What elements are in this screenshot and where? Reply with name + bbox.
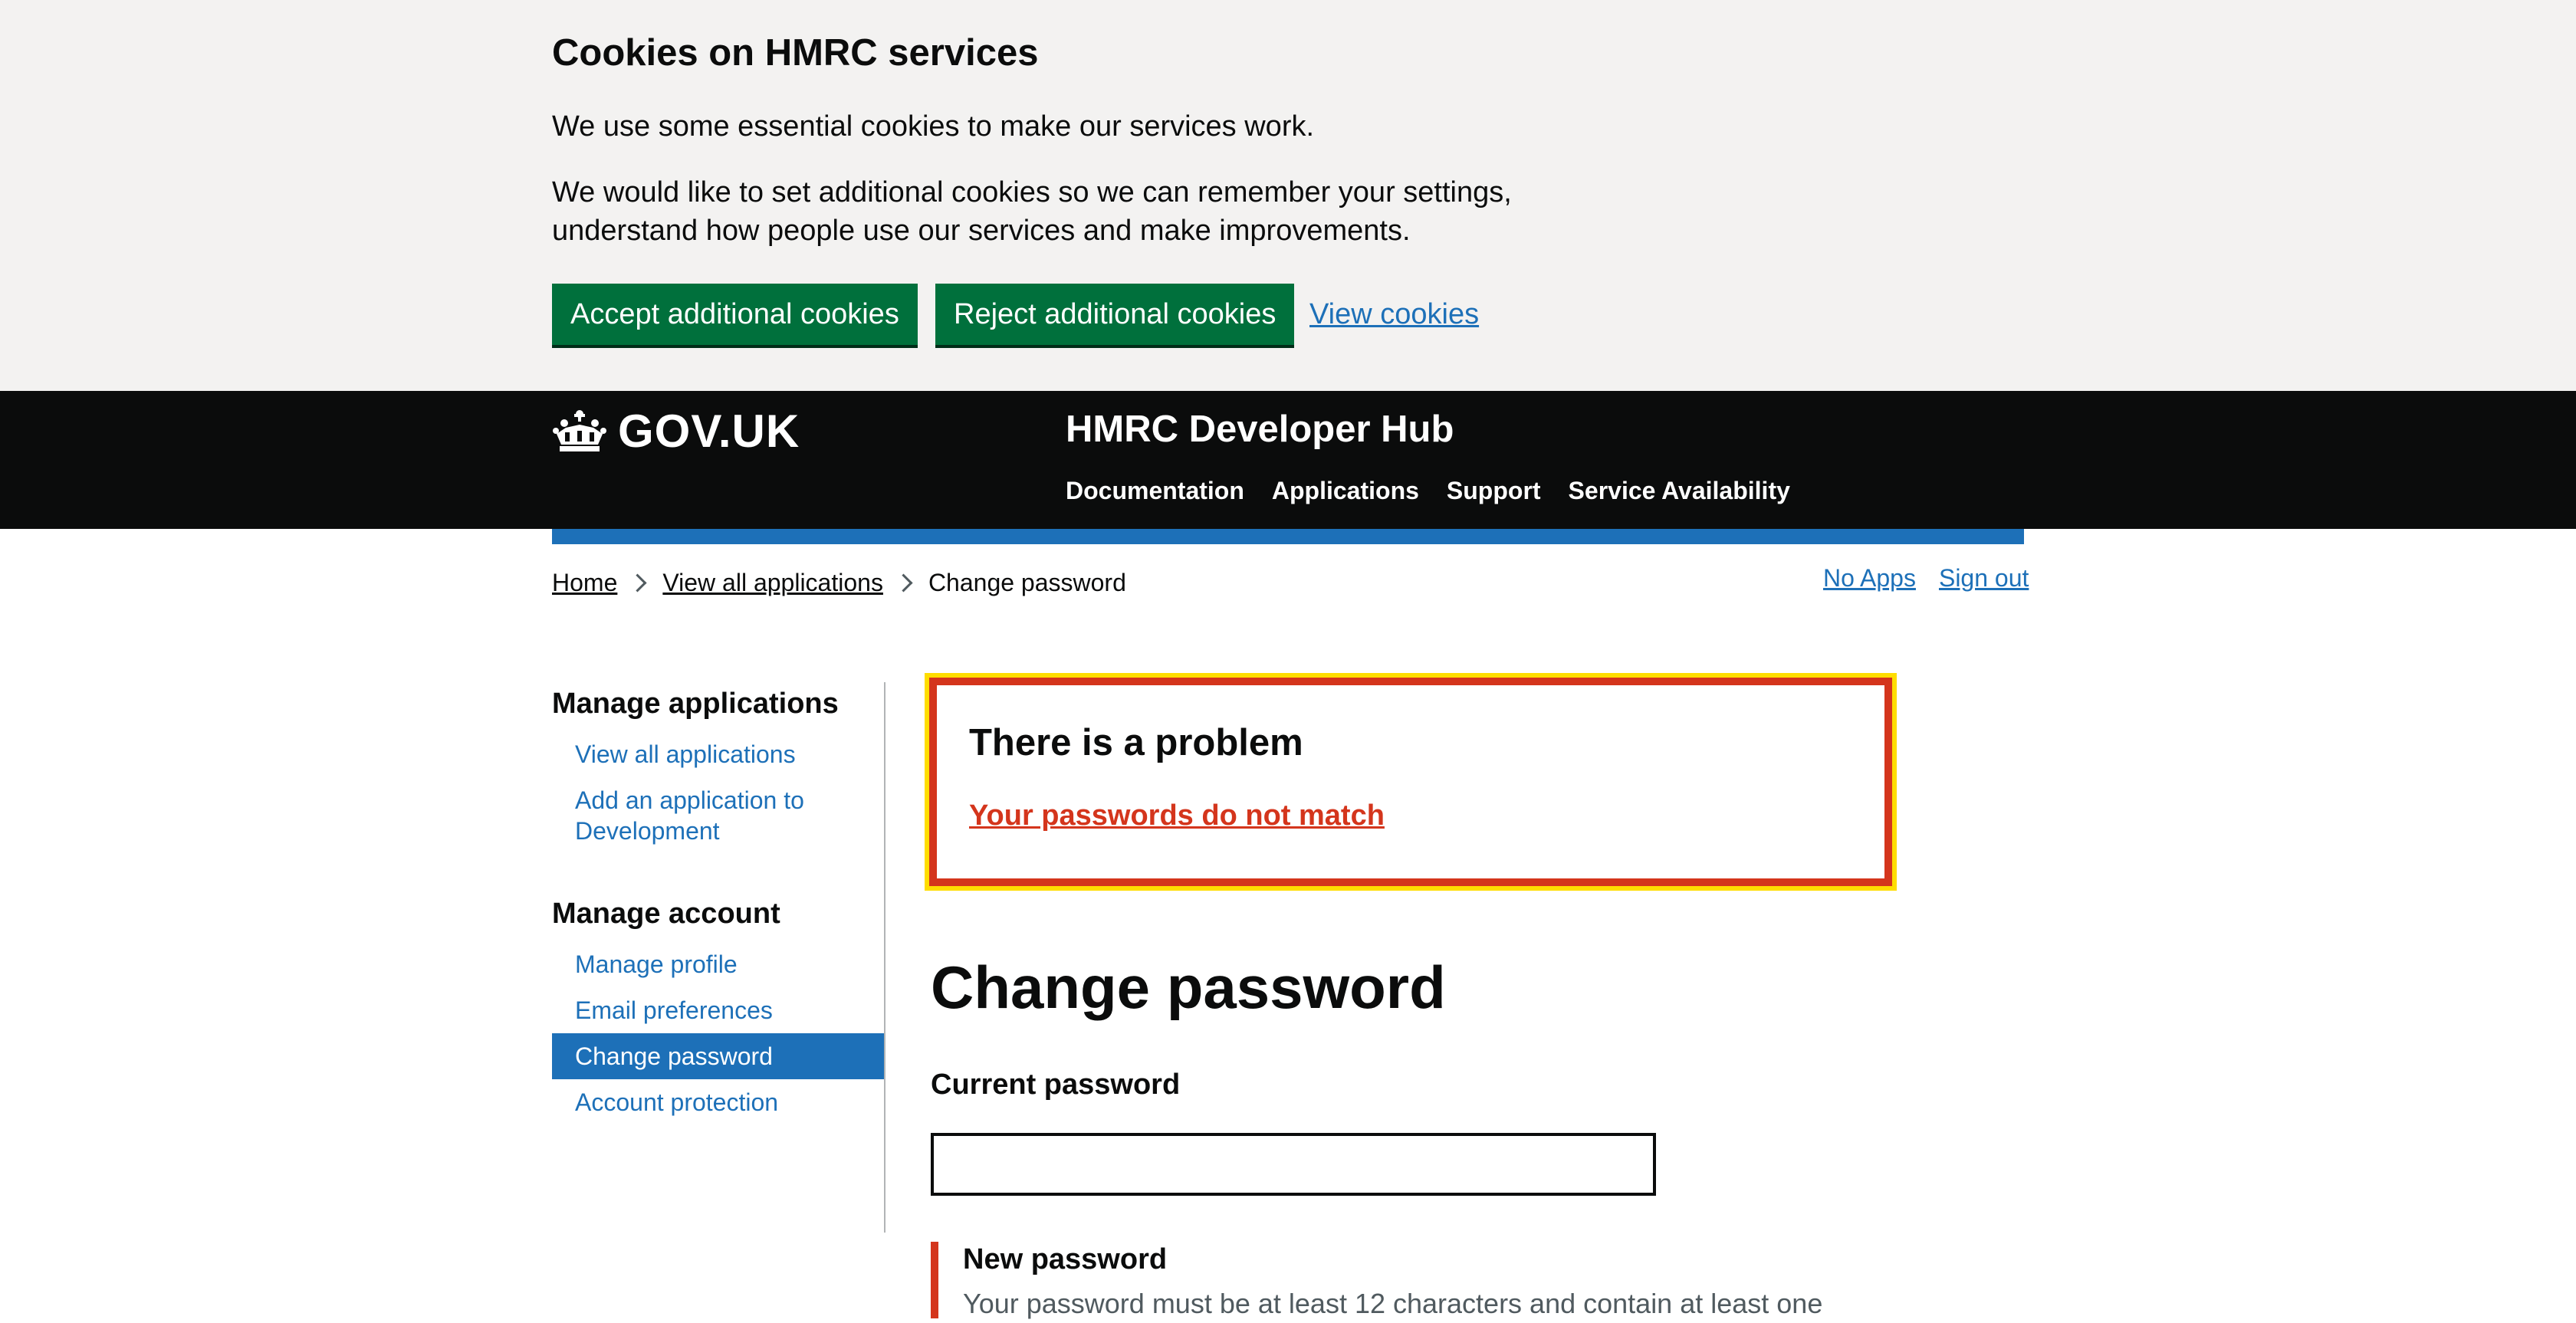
error-summary-link[interactable]: Your passwords do not match <box>969 797 1385 834</box>
header-nav: Documentation Applications Support Servi… <box>1066 474 1790 507</box>
sidebar-item-account-protection[interactable]: Account protection <box>552 1079 885 1125</box>
side-navigation: Manage applications View all application… <box>552 682 885 1125</box>
sidebar-heading-manage-account: Manage account <box>552 898 780 930</box>
chevron-right-icon <box>628 573 647 593</box>
sidebar-item-email-preferences[interactable]: Email preferences <box>552 987 885 1033</box>
sidebar-divider <box>884 682 886 1233</box>
sidebar-item-view-all-applications[interactable]: View all applications <box>552 731 885 777</box>
no-apps-link[interactable]: No Apps <box>1823 564 1916 593</box>
govuk-logo[interactable]: GOV.UK <box>552 400 800 461</box>
cookie-banner-text-additional: We would like to set additional cookies … <box>552 176 1512 247</box>
page-title: Change password <box>931 954 1446 1021</box>
new-password-hint: Your password must be at least 12 charac… <box>963 1288 1823 1319</box>
account-links: No Apps Sign out <box>1823 564 2029 593</box>
new-password-label: New password <box>963 1243 1168 1275</box>
nav-service-availability[interactable]: Service Availability <box>1569 474 1790 507</box>
nav-applications[interactable]: Applications <box>1272 474 1419 507</box>
current-password-input[interactable] <box>931 1133 1656 1196</box>
header-accent-bar <box>552 529 2024 544</box>
cookie-banner-title: Cookies on HMRC services <box>552 32 1039 74</box>
error-summary <box>929 678 1892 886</box>
sidebar-item-manage-profile[interactable]: Manage profile <box>552 941 885 987</box>
sidebar-item-add-application[interactable]: Add an application to Development <box>552 777 828 854</box>
breadcrumb-home[interactable]: Home <box>552 569 617 597</box>
govuk-logo-text: GOV.UK <box>618 405 800 457</box>
sidebar-item-change-password[interactable]: Change password <box>552 1033 885 1079</box>
error-summary-title: There is a problem <box>969 722 1303 763</box>
breadcrumb: Home View all applications Change passwo… <box>552 566 1126 599</box>
view-cookies-link[interactable]: View cookies <box>1309 293 1479 336</box>
cookie-banner-text: We use some essential cookies to make ou… <box>552 110 1315 143</box>
sidebar-heading-manage-applications: Manage applications <box>552 688 839 720</box>
crown-icon <box>553 410 606 451</box>
reject-cookies-button[interactable]: Reject additional cookies <box>935 284 1295 345</box>
sign-out-link[interactable]: Sign out <box>1939 564 2029 593</box>
current-password-label: Current password <box>931 1069 1181 1101</box>
accept-cookies-button[interactable]: Accept additional cookies <box>552 284 918 345</box>
breadcrumb-current: Change password <box>928 568 1126 596</box>
service-name[interactable]: HMRC Developer Hub <box>1066 406 1454 452</box>
chevron-right-icon <box>894 573 913 593</box>
nav-documentation[interactable]: Documentation <box>1066 474 1244 507</box>
breadcrumb-view-all-applications[interactable]: View all applications <box>662 569 883 597</box>
nav-support[interactable]: Support <box>1447 474 1541 507</box>
